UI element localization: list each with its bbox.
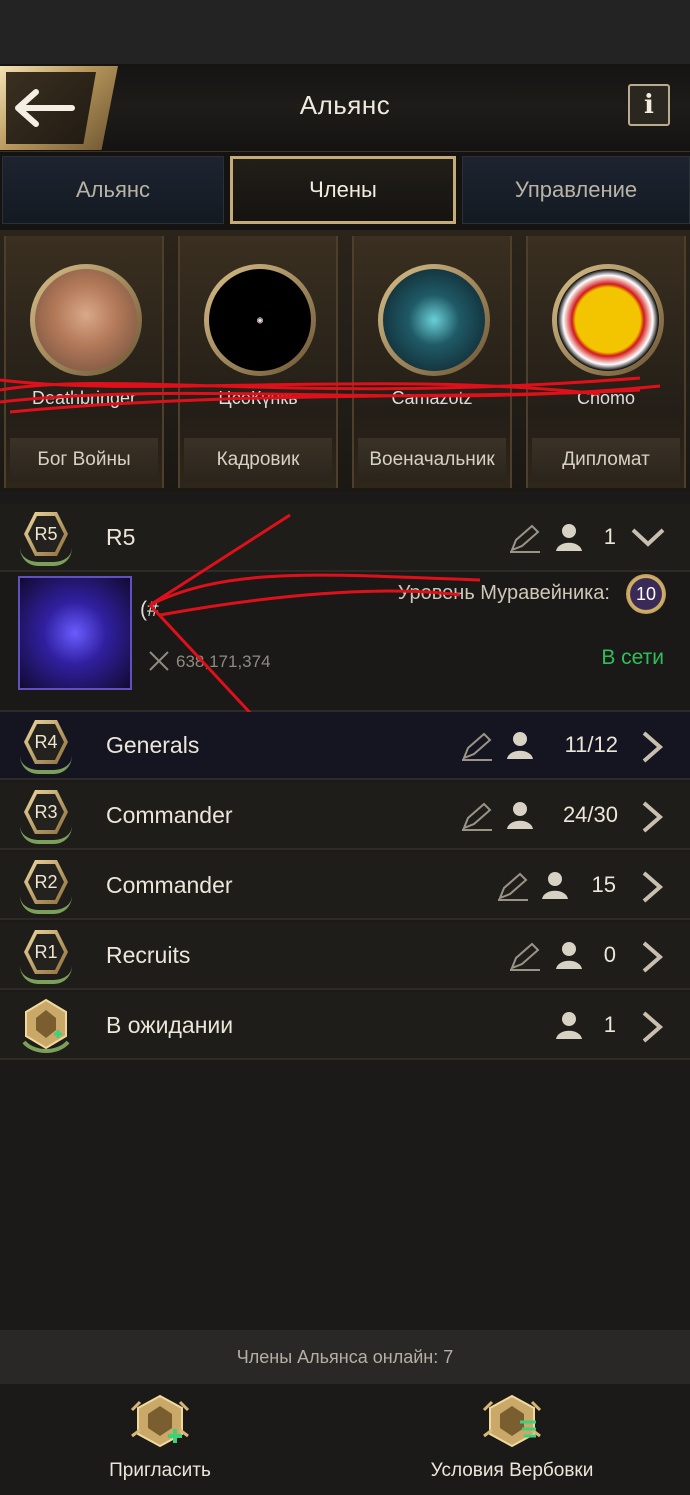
leader-card[interactable]: Camazotz Военачальник xyxy=(352,236,512,488)
crossed-swords-icon xyxy=(149,651,169,671)
member-name: (# xyxy=(140,598,159,621)
rank-row-r4[interactable]: R4 Generals 11/12 xyxy=(0,712,690,780)
rank-row-pending[interactable]: В ожидании 1 xyxy=(0,992,690,1060)
page-title: Альянс xyxy=(299,90,391,120)
leader-role: Кадровик xyxy=(184,438,332,482)
leader-card[interactable]: Deathbringer Бог Войны xyxy=(4,236,164,488)
rank-label: Generals xyxy=(106,732,200,758)
leader-name: Chomo xyxy=(576,388,636,408)
chevron-right-icon[interactable] xyxy=(640,870,664,904)
person-icon xyxy=(556,1012,582,1039)
rank-count: 1 xyxy=(603,1012,616,1037)
leader-card[interactable]: Chomo Дипломат xyxy=(526,236,686,488)
rank-badge: R3 xyxy=(20,788,72,844)
rank-count: 1 xyxy=(603,524,616,549)
chevron-right-icon[interactable] xyxy=(640,1010,664,1044)
edit-icon[interactable] xyxy=(508,524,542,554)
tab-management[interactable]: Управление xyxy=(462,156,690,224)
leader-role: Дипломат xyxy=(532,438,680,482)
rank-label: R5 xyxy=(106,524,136,550)
member-power: 638,171,374 xyxy=(176,652,271,671)
person-icon xyxy=(507,802,533,829)
rank-count: 24/30 xyxy=(562,802,618,827)
status-bar xyxy=(0,0,690,64)
status-badge: В сети xyxy=(601,646,664,669)
avatar xyxy=(35,269,137,371)
title-bar: Альянс i xyxy=(0,64,690,152)
member-item[interactable]: (# 638,171,374 Уровень Муравейника: 10 В… xyxy=(0,572,690,712)
rank-label: Recruits xyxy=(106,942,191,968)
info-button[interactable]: i xyxy=(628,84,670,126)
avatar xyxy=(18,576,132,690)
rank-badge: R2 xyxy=(20,858,72,914)
rank-count: 15 xyxy=(591,872,616,897)
chevron-right-icon[interactable] xyxy=(640,940,664,974)
rank-badge: R1 xyxy=(20,928,72,984)
tab-bar: Альянс Члены Управление xyxy=(0,152,690,230)
person-icon xyxy=(542,872,568,899)
rank-count: 11/12 xyxy=(564,732,618,757)
avatar: ◉ xyxy=(209,269,311,371)
person-icon xyxy=(556,942,582,969)
leader-name: Camazotz xyxy=(391,388,473,408)
edit-icon[interactable] xyxy=(496,872,530,902)
edit-icon[interactable] xyxy=(460,732,494,762)
chevron-down-icon[interactable] xyxy=(630,522,666,552)
avatar xyxy=(383,269,485,371)
recruit-conditions-label: Условия Вербовки xyxy=(430,1460,594,1481)
invite-icon xyxy=(130,1394,190,1448)
leader-card[interactable]: ◉ ЦсоКүнкь Кадровик xyxy=(178,236,338,488)
person-icon xyxy=(556,524,582,551)
leader-role: Бог Войны xyxy=(10,438,158,482)
chevron-right-icon[interactable] xyxy=(640,800,664,834)
invite-label: Пригласить xyxy=(109,1460,211,1481)
rank-row-r3[interactable]: R3 Commander 24/30 xyxy=(0,782,690,850)
rank-label: В ожидании xyxy=(106,1012,234,1038)
rank-count: 0 xyxy=(603,942,616,967)
rank-label: Commander xyxy=(106,802,233,828)
leader-role: Военачальник xyxy=(358,438,506,482)
leader-name: ЦсоКүнкь xyxy=(218,388,298,408)
rank-row-r1[interactable]: R1 Recruits 0 xyxy=(0,922,690,990)
tab-members[interactable]: Члены xyxy=(230,156,456,224)
edit-icon[interactable] xyxy=(508,942,542,972)
chevron-right-icon[interactable] xyxy=(640,730,664,764)
pending-badge-icon xyxy=(22,998,70,1053)
recruit-conditions-icon xyxy=(482,1394,542,1448)
leader-cards: Deathbringer Бог Войны ◉ ЦсоКүнкь Кадров… xyxy=(0,230,690,492)
avatar xyxy=(557,269,659,371)
member-level-label: Уровень Муравейника: xyxy=(397,582,610,604)
rank-row-r5[interactable]: R5 R5 1 xyxy=(0,504,690,572)
rank-label: Commander xyxy=(106,872,233,898)
rank-row-r2[interactable]: R2 Commander 15 xyxy=(0,852,690,920)
recruit-conditions-button[interactable]: Условия Вербовки xyxy=(362,1384,662,1495)
invite-button[interactable]: Пригласить xyxy=(10,1384,310,1495)
online-count: Члены Альянса онлайн: 7 xyxy=(0,1330,690,1384)
bottom-bar: Пригласить Условия Вербовки xyxy=(0,1384,690,1495)
tab-alliance[interactable]: Альянс xyxy=(2,156,224,224)
leader-name: Deathbringer xyxy=(31,388,137,408)
person-icon xyxy=(507,732,533,759)
level-badge: 10 xyxy=(626,574,666,614)
rank-badge: R4 xyxy=(20,718,72,774)
edit-icon[interactable] xyxy=(460,802,494,832)
rank-badge: R5 xyxy=(20,510,72,566)
